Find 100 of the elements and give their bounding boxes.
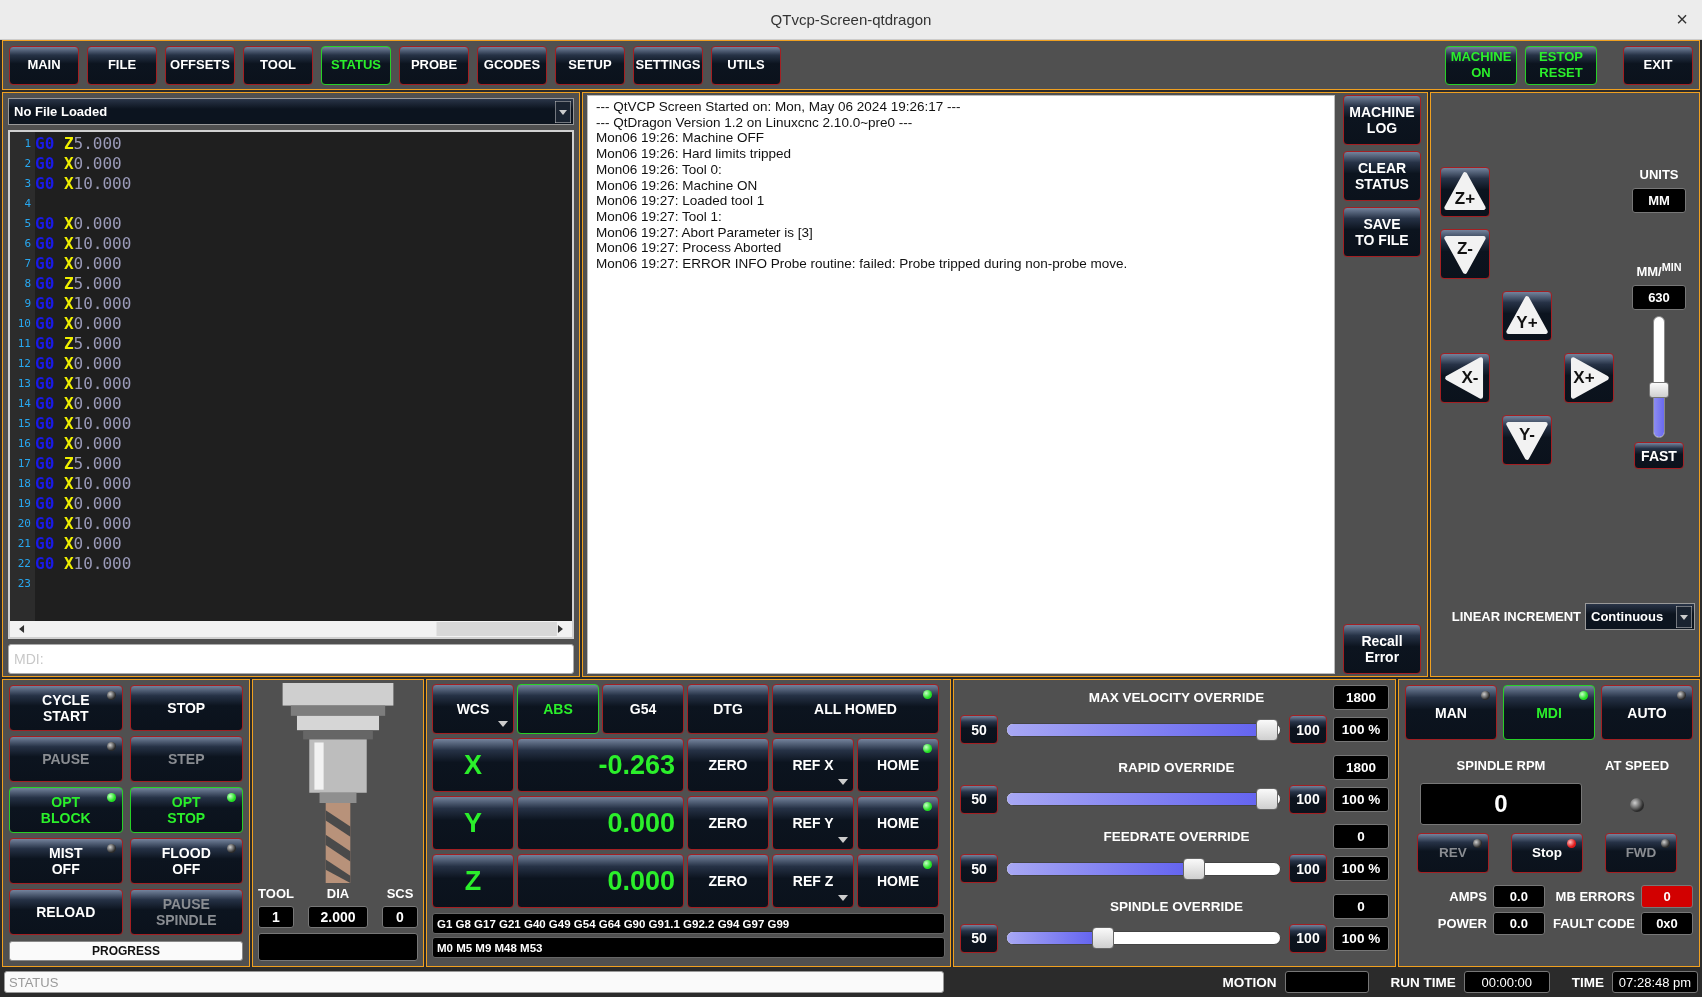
axis-button[interactable]: Y (432, 796, 514, 850)
nav-tab[interactable]: SETUP (555, 45, 625, 85)
max-button[interactable]: 100 (1289, 854, 1327, 883)
jog-button[interactable]: Z+ (1440, 167, 1490, 217)
code-line: G0 Z5.000 (35, 273, 122, 293)
code-line: G0 X0.000 (35, 393, 122, 413)
readout-value: 0.0 (1492, 885, 1545, 908)
nav-tab[interactable]: STATUS (321, 45, 391, 85)
log-button[interactable]: MACHINE LOG (1343, 95, 1421, 145)
min-button[interactable]: 50 (960, 715, 998, 744)
override-slider[interactable] (1006, 857, 1281, 880)
control-button[interactable]: CYCLE START (9, 685, 123, 731)
rate-value: 630 (1632, 285, 1686, 311)
control-button[interactable]: OPT STOP (129, 787, 243, 833)
window-title: QTvcp-Screen-qtdragon (770, 11, 932, 28)
log-button[interactable]: SAVE TO FILE (1343, 207, 1421, 257)
line-number: 2 (23, 156, 32, 170)
max-button[interactable]: 100 (1289, 923, 1327, 953)
axis-button[interactable]: Z (432, 854, 514, 908)
dro-button[interactable]: ABS (517, 684, 599, 734)
line-number: 13 (16, 376, 32, 390)
line-number: 3 (23, 176, 32, 190)
fast-button[interactable]: FAST (1634, 442, 1684, 470)
machine-button[interactable]: MACHINE ON (1445, 45, 1517, 85)
max-button[interactable]: 100 (1289, 715, 1327, 744)
home-button[interactable]: HOME (857, 854, 939, 908)
control-button[interactable]: STOP (129, 685, 243, 731)
min-button[interactable]: 50 (960, 854, 998, 883)
nav-tab[interactable]: PROBE (399, 45, 469, 85)
slider-handle[interactable] (1183, 857, 1206, 880)
override-value: 0 (1333, 893, 1389, 919)
increment-dropdown[interactable]: Continuous (1585, 603, 1695, 630)
mode-tab[interactable]: AUTO (1601, 685, 1693, 740)
mode-tab[interactable]: MDI (1503, 685, 1595, 740)
nav-tab[interactable]: MAIN (9, 45, 79, 85)
line-number: 9 (23, 296, 32, 310)
jog-button[interactable]: X- (1440, 353, 1490, 403)
nav-tab[interactable]: OFFSETS (165, 45, 235, 85)
dro-button[interactable]: DTG (687, 684, 769, 734)
zero-button[interactable]: ZERO (687, 738, 769, 792)
override-slider[interactable] (1006, 718, 1281, 741)
slider-handle[interactable] (1256, 718, 1279, 741)
code-line: G0 X0.000 (35, 353, 122, 373)
nav-tab[interactable]: SETTINGS (633, 45, 703, 85)
home-button[interactable]: HOME (857, 796, 939, 850)
zero-button[interactable]: ZERO (687, 796, 769, 850)
caret-icon (838, 779, 848, 785)
line-number: 15 (16, 416, 32, 430)
log-button[interactable]: CLEAR STATUS (1343, 151, 1421, 201)
dro-button[interactable]: G54 (602, 684, 684, 734)
scrollbar[interactable] (10, 621, 572, 637)
control-button[interactable]: OPT BLOCK (9, 787, 123, 833)
override-slider[interactable] (1006, 927, 1281, 949)
control-button[interactable]: MIST OFF (9, 838, 123, 884)
min-button[interactable]: 50 (960, 784, 998, 814)
log-line: Mon06 19:27: Process Aborted (596, 240, 782, 257)
nav-tab[interactable]: UTILS (711, 45, 781, 85)
close-button[interactable]: × (1672, 9, 1692, 29)
jog-rate-slider[interactable] (1649, 316, 1669, 439)
log-line: Mon06 19:26: Machine OFF (596, 130, 765, 147)
caret-icon (838, 837, 848, 843)
override-slider[interactable] (1006, 788, 1281, 810)
nav-tab[interactable]: TOOL (243, 45, 313, 85)
home-button[interactable]: HOME (857, 738, 939, 792)
ref-button[interactable]: REF X (772, 738, 854, 792)
tool-label: TOOL (258, 886, 294, 901)
control-button[interactable]: FLOOD OFF (129, 838, 243, 884)
slider-handle[interactable] (1649, 382, 1669, 399)
override-value: 0 (1333, 824, 1389, 849)
control-button[interactable]: RELOAD (9, 889, 123, 935)
slider-handle[interactable] (1256, 788, 1279, 810)
override-percent: 100 % (1333, 786, 1389, 812)
status-field[interactable]: STATUS (4, 971, 944, 993)
ref-button[interactable]: REF Y (772, 796, 854, 850)
jog-button[interactable]: Y- (1502, 415, 1552, 465)
zero-button[interactable]: ZERO (687, 854, 769, 908)
slider-handle[interactable] (1092, 927, 1114, 949)
line-number: 21 (16, 536, 32, 550)
jog-button[interactable]: Z- (1440, 229, 1490, 279)
ref-button[interactable]: REF Z (772, 854, 854, 908)
log-line: Mon06 19:27: Abort Parameter is [3] (596, 224, 813, 241)
axis-button[interactable]: X (432, 738, 514, 792)
machine-button[interactable]: ESTOP RESET (1525, 45, 1597, 85)
jog-button[interactable]: Y+ (1502, 291, 1552, 341)
file-dropdown[interactable]: No File Loaded (8, 98, 574, 125)
mode-tab[interactable]: MAN (1405, 685, 1497, 740)
exit-button[interactable]: EXIT (1623, 45, 1693, 85)
nav-tab[interactable]: FILE (87, 45, 157, 85)
readout-label: POWER (1437, 916, 1487, 931)
recall-error-button[interactable]: Recall Error (1343, 624, 1421, 674)
dro-button[interactable]: WCS (432, 684, 514, 734)
dro-button[interactable]: ALL HOMED (772, 684, 939, 734)
override-title: RAPID OVERRIDE (1117, 759, 1236, 775)
nav-tab[interactable]: GCODES (477, 45, 547, 85)
jog-button[interactable]: X+ (1564, 353, 1614, 403)
min-button[interactable]: 50 (960, 923, 998, 953)
spindle-button[interactable]: Stop (1511, 833, 1583, 873)
readout-value: 0 (1641, 885, 1693, 908)
max-button[interactable]: 100 (1289, 784, 1327, 814)
axis-position: 0.000 (517, 854, 684, 908)
